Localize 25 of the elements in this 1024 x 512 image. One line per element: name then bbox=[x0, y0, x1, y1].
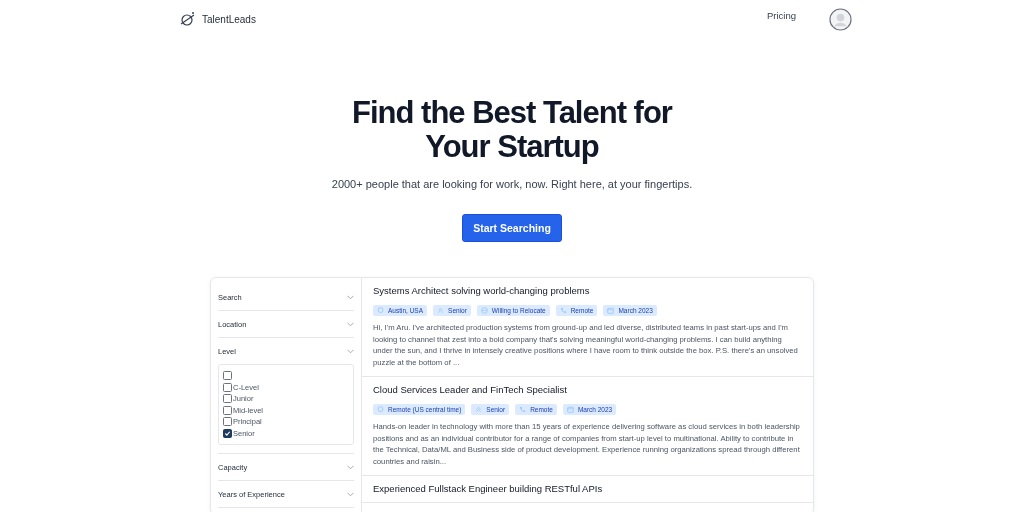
checkbox[interactable] bbox=[223, 382, 232, 392]
checkbox[interactable] bbox=[223, 405, 232, 415]
nav-link[interactable]: Pricing bbox=[766, 10, 796, 21]
checkbox[interactable] bbox=[223, 394, 232, 404]
result-title[interactable]: Cloud Services Leader and FinTech Specialist bbox=[373, 384, 802, 395]
checkbox[interactable] bbox=[223, 371, 232, 381]
chevrons-up-icon bbox=[437, 307, 445, 314]
avatar-icon[interactable] bbox=[829, 8, 852, 31]
result-title[interactable]: Systems Architect solving world-changing problems bbox=[373, 285, 802, 296]
hero-subtitle: 2000+ people that are looking for work, now. Right here, at your fingertips. bbox=[330, 178, 694, 190]
globe-icon bbox=[480, 307, 488, 314]
planet-logo-icon bbox=[180, 11, 196, 27]
checkbox[interactable] bbox=[223, 417, 232, 427]
pin-icon bbox=[377, 307, 384, 314]
hero-title: Find the Best Talent for Your Startup bbox=[351, 96, 674, 164]
calendar-icon bbox=[566, 406, 574, 413]
brand-name[interactable]: TalentLeads bbox=[202, 13, 256, 25]
pin-icon bbox=[377, 406, 384, 413]
calendar-icon bbox=[607, 307, 615, 314]
result-title[interactable]: Experienced Fullstack Engineer building RESTful APIs bbox=[373, 483, 802, 494]
chevrons-up-icon bbox=[475, 406, 483, 413]
start-searching-button[interactable]: Start Searching bbox=[462, 214, 562, 242]
phone-icon bbox=[519, 406, 527, 413]
phone-icon bbox=[559, 307, 567, 314]
checkbox[interactable] bbox=[223, 428, 232, 438]
